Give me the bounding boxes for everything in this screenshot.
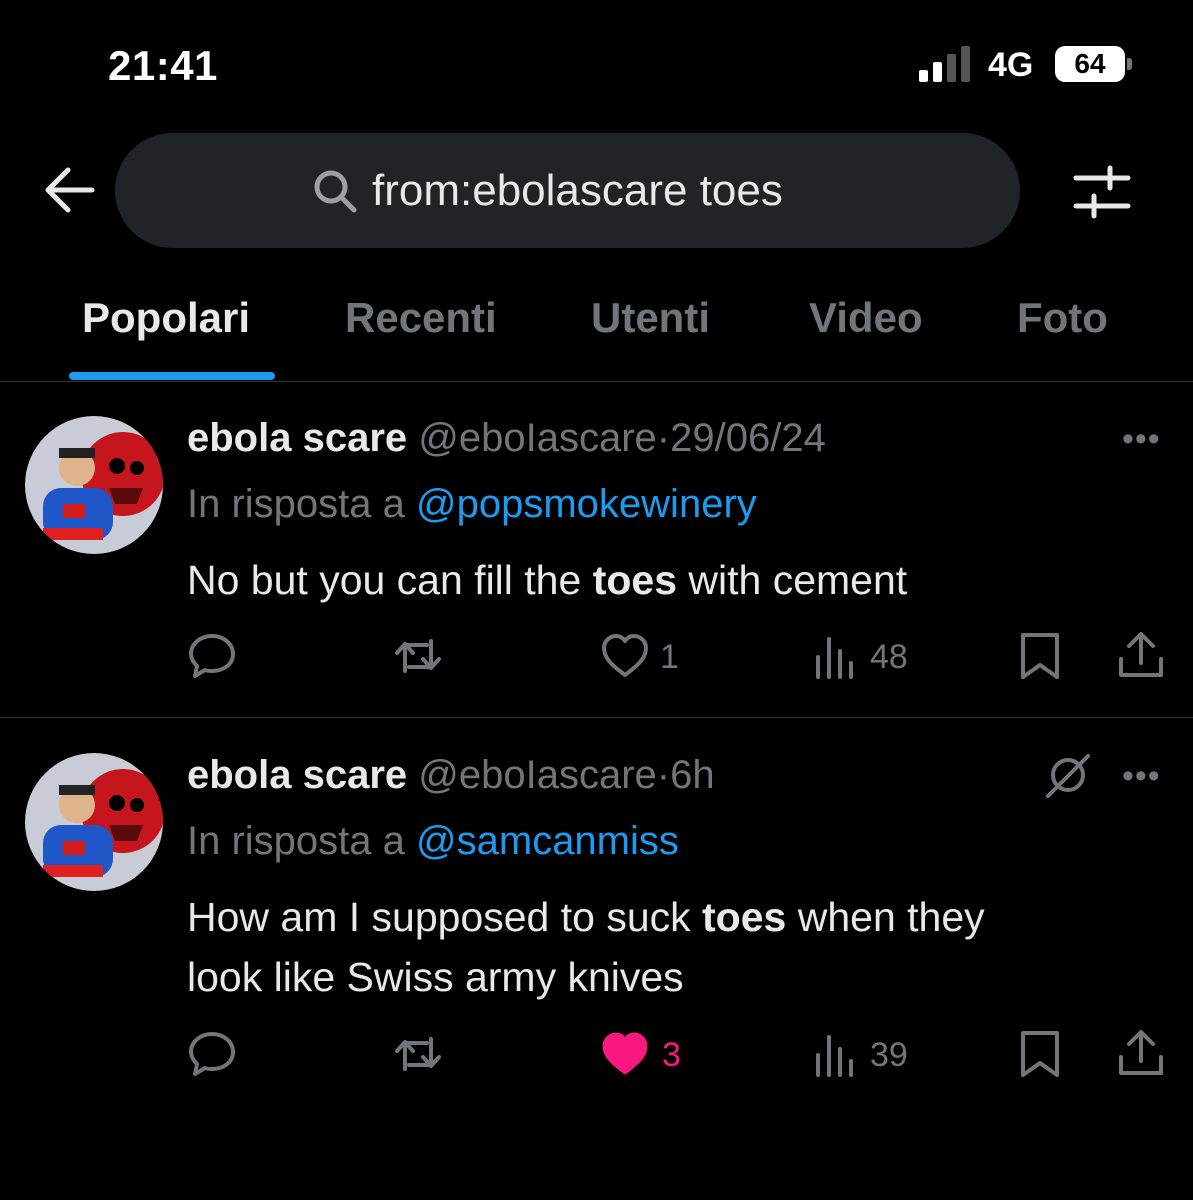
tweet-text: No but you can fill the toes with cement — [187, 550, 1167, 610]
views-icon[interactable] — [812, 633, 862, 683]
dot-separator: · — [656, 416, 671, 460]
avatar[interactable] — [25, 416, 163, 554]
reply-icon[interactable] — [187, 631, 237, 681]
grok-icon[interactable] — [1044, 752, 1092, 798]
avatar-image — [25, 753, 163, 891]
search-icon — [314, 170, 357, 213]
like-count: 1 — [660, 638, 679, 676]
tweet-divider — [0, 717, 1193, 718]
bookmark-icon[interactable] — [1015, 1029, 1065, 1079]
retweet-icon[interactable] — [393, 1029, 443, 1079]
views-icon[interactable] — [812, 1031, 862, 1081]
search-query[interactable]: from:ebolascare toes — [372, 166, 783, 216]
active-tab-indicator — [69, 372, 275, 380]
bookmark-icon[interactable] — [1015, 631, 1065, 681]
battery-tip — [1127, 58, 1132, 70]
reply-mention[interactable]: @popsmokewinery — [416, 482, 757, 526]
more-icon[interactable]: ••• — [1122, 757, 1161, 796]
tweet-text-part: when they — [786, 894, 985, 940]
share-icon[interactable] — [1116, 631, 1166, 681]
view-count: 39 — [870, 1036, 908, 1074]
retweet-icon[interactable] — [393, 631, 443, 681]
tweet-text-keyword: toes — [702, 894, 787, 940]
like-count: 3 — [662, 1036, 681, 1074]
author-name[interactable]: ebola scare — [187, 416, 407, 460]
tweet-text-part: How am I supposed to suck — [187, 894, 703, 940]
reply-context: In risposta a @samcanmiss — [187, 819, 679, 864]
reply-mention[interactable]: @samcanmiss — [416, 819, 679, 863]
tweet-text-keyword: toes — [592, 557, 677, 603]
author-name[interactable]: ebola scare — [187, 753, 407, 797]
filter-icon[interactable] — [1072, 164, 1132, 220]
battery-indicator: 64 — [1055, 46, 1125, 82]
tab-video[interactable]: Video — [809, 294, 923, 342]
tab-recenti[interactable]: Recenti — [345, 294, 497, 342]
avatar-image — [25, 416, 163, 554]
tweet-text: How am I supposed to suck toes when they… — [187, 887, 1167, 1007]
back-arrow-icon[interactable] — [42, 165, 97, 215]
cellular-signal-icon — [919, 46, 975, 82]
status-time: 21:41 — [108, 42, 218, 89]
tweet-text-line: look like Swiss army knives — [187, 954, 684, 1000]
heart-icon[interactable] — [600, 631, 650, 681]
tab-popolari[interactable]: Popolari — [82, 294, 250, 342]
view-count: 48 — [870, 638, 908, 676]
author-handle[interactable]: @eboIascare — [418, 753, 657, 797]
author-handle[interactable]: @eboIascare — [418, 416, 657, 460]
tweet-header: ebola scare @eboIascare·29/06/24 — [187, 416, 826, 461]
heart-filled-icon[interactable] — [600, 1029, 650, 1079]
tab-utenti[interactable]: Utenti — [591, 294, 710, 342]
reply-icon[interactable] — [187, 1029, 237, 1079]
tweet-date[interactable]: 6h — [670, 753, 715, 797]
tweet-header: ebola scare @eboIascare·6h — [187, 753, 715, 798]
tweet-text-part: with cement — [677, 557, 908, 603]
reply-prefix: In risposta a — [187, 819, 405, 863]
avatar[interactable] — [25, 753, 163, 891]
reply-context: In risposta a @popsmokewinery — [187, 482, 757, 527]
more-icon[interactable]: ••• — [1122, 420, 1161, 459]
tweet-date[interactable]: 29/06/24 — [670, 416, 826, 460]
tab-foto[interactable]: Foto — [1017, 294, 1108, 342]
tweet-text-part: No but you can fill the — [187, 557, 593, 603]
network-type: 4G — [988, 46, 1034, 84]
dot-separator: · — [656, 753, 671, 797]
tabs-divider — [0, 381, 1193, 382]
share-icon[interactable] — [1116, 1029, 1166, 1079]
reply-prefix: In risposta a — [187, 482, 405, 526]
